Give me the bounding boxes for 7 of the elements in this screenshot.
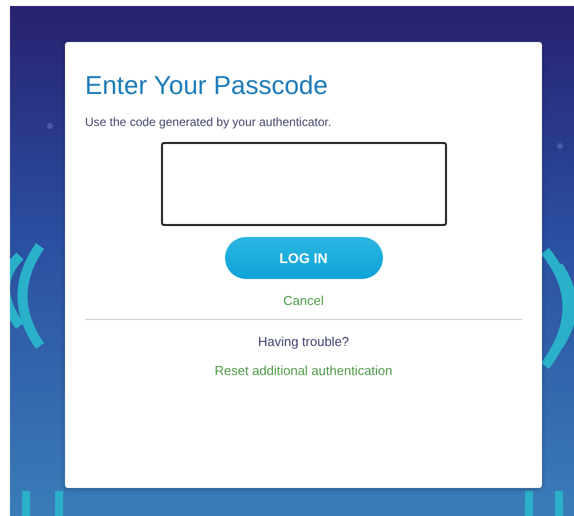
- dialog-title: Enter Your Passcode: [85, 70, 328, 101]
- trouble-text: Having trouble?: [258, 334, 350, 349]
- passcode-field[interactable]: [161, 142, 447, 226]
- reset-link[interactable]: Reset additional authentication: [214, 363, 392, 378]
- login-button[interactable]: LOG IN: [224, 237, 382, 279]
- cancel-link[interactable]: Cancel: [283, 293, 324, 308]
- instruction-text: Use the code generated by your authenticator.: [85, 115, 332, 129]
